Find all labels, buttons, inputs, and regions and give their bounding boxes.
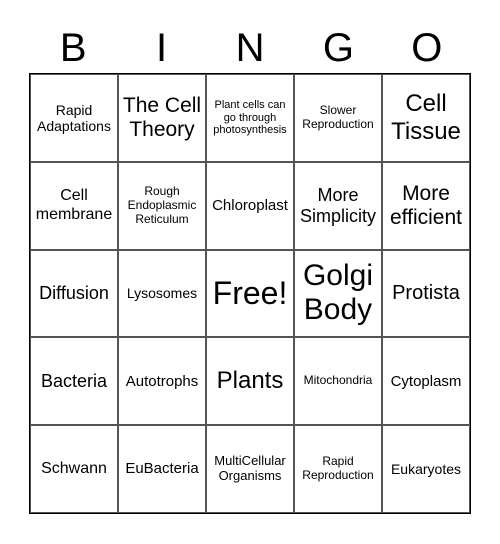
bingo-cell[interactable]: Slower Reproduction [294,74,382,162]
bingo-header: B I N G O [29,22,471,74]
bingo-cell[interactable]: Rapid Reproduction [294,425,382,513]
bingo-cell[interactable]: MultiCellular Organisms [206,425,294,513]
header-letter-b: B [59,26,87,70]
bingo-cell[interactable]: Bacteria [30,337,118,426]
bingo-cell[interactable]: Diffusion [30,249,118,338]
bingo-cell-text: More efficient [390,181,462,229]
bingo-cell-text: Golgi Body [302,258,374,327]
bingo-cell-text: Mitochondria [303,373,373,388]
header-letter-i: I [156,26,168,70]
bingo-cell[interactable]: Lysosomes [118,249,206,338]
bingo-cell[interactable]: EuBacteria [118,425,206,513]
bingo-cell-text: Rapid Reproduction [302,454,374,483]
header-letter-o: O [411,26,443,70]
bingo-cell[interactable]: Free! [206,249,294,338]
bingo-cell[interactable]: Schwann [30,425,118,513]
bingo-cell-text: MultiCellular Organisms [214,453,286,484]
bingo-cell-text: Cell Tissue [391,90,461,145]
bingo-cell[interactable]: Autotrophs [118,337,206,426]
bingo-cell-text: Plant cells can go through photosynthesi… [213,98,287,137]
bingo-cell[interactable]: Protista [382,249,470,338]
bingo-cell-text: EuBacteria [125,460,199,478]
bingo-cell[interactable]: Plants [206,337,294,426]
bingo-cell[interactable]: Mitochondria [294,337,382,426]
bingo-cell-text: Slower Reproduction [302,103,374,131]
bingo-cell-text: Chloroplast [212,197,288,215]
header-letter-n: N [235,26,265,70]
bingo-cell-text: Diffusion [39,283,109,304]
bingo-cell[interactable]: Plant cells can go through photosynthesi… [206,74,294,162]
header-letter-g: G [322,26,354,70]
bingo-cell-text: Rough Endoplasmic Reticulum [127,184,197,226]
bingo-cell[interactable]: Cell Tissue [382,74,470,162]
bingo-cell-text: The Cell Theory [122,93,202,141]
bingo-cell[interactable]: More Simplicity [294,161,382,250]
bingo-cell-text: Bacteria [40,370,108,391]
bingo-cell-text: Lysosomes [126,285,198,302]
bingo-cell[interactable]: Golgi Body [294,249,382,338]
bingo-cell[interactable]: Eukaryotes [382,425,470,513]
bingo-cell-text: Schwann [41,459,107,477]
bingo-cell-text: Cytoplasm [390,372,462,390]
bingo-cell[interactable]: Rapid Adaptations [30,74,118,162]
bingo-cell-text: Autotrophs [125,372,199,390]
bingo-cell-text: Cell membrane [35,187,113,223]
bingo-cell-text: Rapid Adaptations [37,101,111,134]
bingo-cell[interactable]: The Cell Theory [118,74,206,162]
bingo-cell[interactable]: Cell membrane [30,161,118,250]
bingo-cell-text: More Simplicity [299,185,376,226]
bingo-cell[interactable]: Chloroplast [206,161,294,250]
bingo-cell-text: Protista [392,281,460,304]
bingo-cell-text: Eukaryotes [390,461,462,478]
bingo-cell[interactable]: More efficient [382,161,470,250]
bingo-cell[interactable]: Rough Endoplasmic Reticulum [118,161,206,250]
bingo-cell-text: Free! [212,275,288,312]
bingo-cell-text: Plants [216,367,284,395]
bingo-cell[interactable]: Cytoplasm [382,337,470,426]
bingo-grid: Rapid Adaptations The Cell Theory Plant ce… [29,73,471,514]
